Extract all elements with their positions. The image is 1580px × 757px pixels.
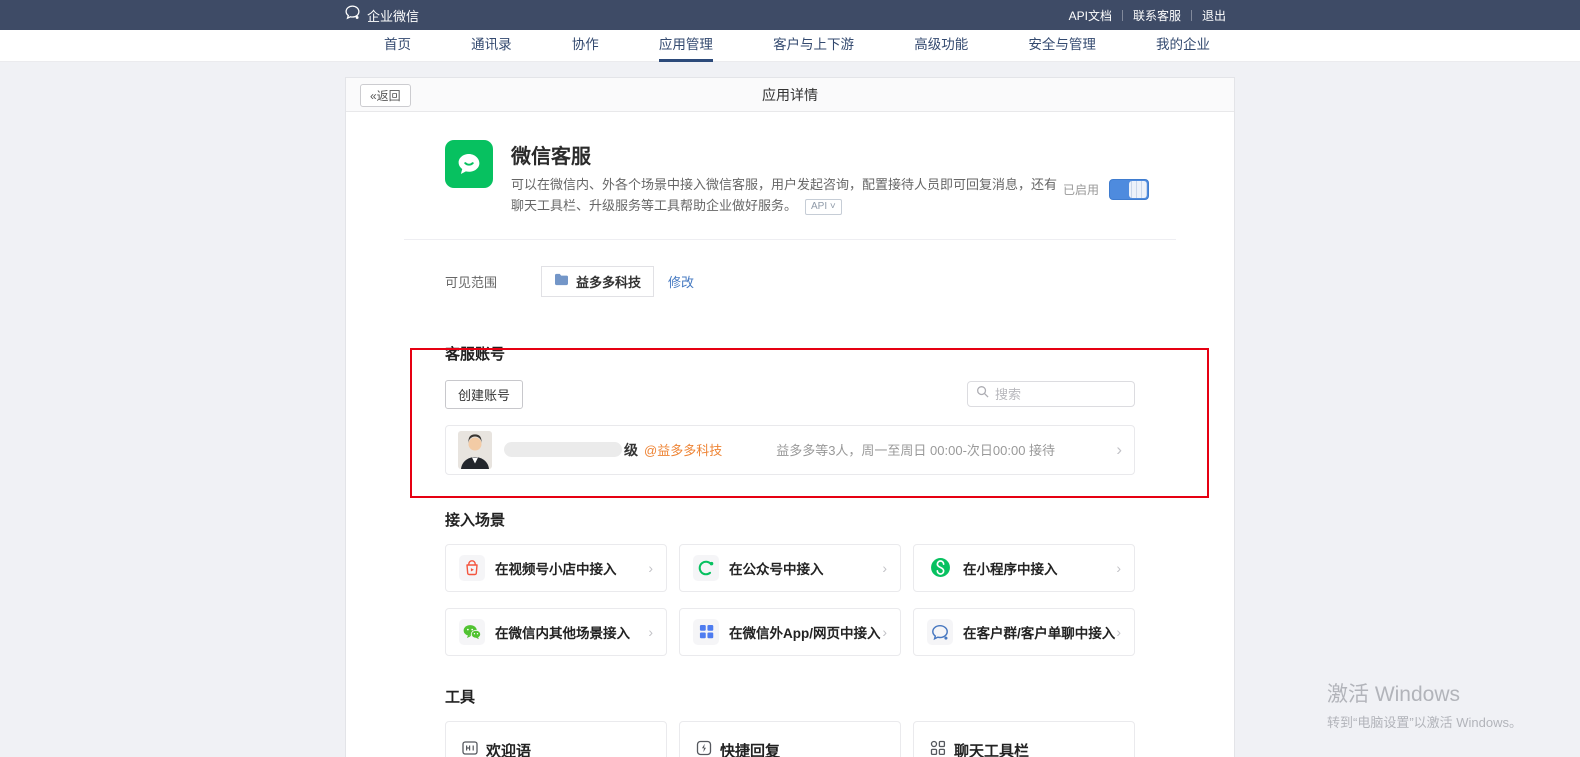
app-name: 微信客服 [511,140,1063,169]
account-avatar [458,431,492,469]
scene-grid: 在视频号小店中接入 在公众号中接入 在小程序中接入 [445,544,1135,656]
create-account-button[interactable]: 创建账号 [445,380,523,409]
nav-item-collaboration[interactable]: 协作 [572,30,599,62]
tool-card-quick-reply[interactable]: 快捷回复 企业可为接待人员统一配置快捷回复，接待人员还可自己添加，添加后，接待人… [679,721,901,757]
welcome-icon [462,740,478,757]
logout-link[interactable]: 退出 [1192,7,1236,24]
api-docs-link[interactable]: API文档 [1059,7,1122,24]
nav-item-customers[interactable]: 客户与上下游 [773,30,854,62]
chevron-right-icon [1116,561,1121,575]
account-mention: @益多多科技 [644,440,722,459]
section-title-accounts: 客服账号 [445,343,1135,364]
wecom-bubble-icon [344,4,361,26]
nav-item-advanced[interactable]: 高级功能 [914,30,968,62]
scene-card-customer-chat[interactable]: 在客户群/客户单聊中接入 [913,608,1135,656]
redacted-account-name [504,442,622,457]
app-detail-card: «返回 应用详情 微信客服 可以在微信内、外各个场景中接入微信客服，用户发起咨询… [346,78,1234,757]
account-schedule: 益多多等3人，周一至周日 00:00-次日00:00 接待 [776,440,1055,459]
folder-icon [554,273,569,289]
app-description: 可以在微信内、外各个场景中接入微信客服，用户发起咨询，配置接待人员即可回复消息，… [511,175,1063,217]
miniprogram-icon [927,555,953,581]
video-shop-icon [459,555,485,581]
section-title-tools: 工具 [445,686,1135,707]
wechat-icon [459,619,485,645]
scene-card-video-shop[interactable]: 在视频号小店中接入 [445,544,667,592]
windows-activation-watermark: 激活 Windows 转到“电脑设置”以激活 Windows。 [1327,678,1522,731]
chevron-right-icon [882,561,887,575]
visible-range-row: 可见范围 益多多科技 修改 [445,266,1135,297]
chevron-right-icon [882,625,887,639]
nav-item-contacts[interactable]: 通讯录 [471,30,512,62]
chevron-right-icon [648,625,653,639]
nav-item-my-company[interactable]: 我的企业 [1156,30,1210,62]
chevron-right-icon [648,561,653,575]
nav-item-home[interactable]: 首页 [384,30,411,62]
wecom-logo[interactable]: 企业微信 [344,4,419,26]
quick-reply-icon [696,740,712,757]
search-box[interactable] [967,381,1135,407]
chat-toolbar-icon [930,740,946,757]
app-enabled-toggle[interactable] [1109,179,1149,200]
divider [404,239,1176,240]
app-info-section: 微信客服 可以在微信内、外各个场景中接入微信客服，用户发起咨询，配置接待人员即可… [445,112,1135,217]
nav-item-app-management[interactable]: 应用管理 [659,30,713,62]
topbar-links: API文档 联系客服 退出 [1059,7,1236,24]
scene-card-official-account[interactable]: 在公众号中接入 [679,544,901,592]
account-row[interactable]: 级 @益多多科技 益多多等3人，周一至周日 00:00-次日00:00 接待 [445,425,1135,475]
nav-item-security[interactable]: 安全与管理 [1028,30,1096,62]
main-nav: 首页 通讯录 协作 应用管理 客户与上下游 高级功能 安全与管理 我的企业 [0,30,1580,62]
enabled-label: 已启用 [1063,181,1099,198]
card-header: «返回 应用详情 [346,78,1234,112]
official-account-icon [693,555,719,581]
search-icon [976,385,989,403]
edit-visible-range-link[interactable]: 修改 [668,272,694,291]
app-grid-icon [693,619,719,645]
scene-card-miniprogram[interactable]: 在小程序中接入 [913,544,1135,592]
toggle-knob [1129,181,1147,198]
page-title: 应用详情 [762,85,818,105]
visible-range-org-chip: 益多多科技 [541,266,654,297]
search-input[interactable] [995,387,1126,402]
brand-name: 企业微信 [367,6,419,25]
back-button[interactable]: «返回 [360,84,411,107]
chevron-right-icon [1116,625,1121,639]
tool-card-welcome[interactable]: 欢迎语 客户进入咨询会话时，将收到欢迎语。欢迎语支持添加常见问答等，添加后将开启 [445,721,667,757]
topbar: 企业微信 API文档 联系客服 退出 [0,0,1580,30]
scene-card-wechat-other[interactable]: 在微信内其他场景接入 [445,608,667,656]
main-area: «返回 应用详情 微信客服 可以在微信内、外各个场景中接入微信客服，用户发起咨询… [0,62,1580,757]
tool-card-chat-toolbar[interactable]: 聊天工具栏 企业可将应用页面配置到聊天工具栏，方便接待人员在客服聊天中查看和使用… [913,721,1135,757]
chevron-right-icon [1116,441,1122,458]
wecom-chat-icon [927,619,953,645]
scene-card-external-app[interactable]: 在微信外App/网页中接入 [679,608,901,656]
section-title-scenes: 接入场景 [445,509,1135,530]
tool-grid: 欢迎语 客户进入咨询会话时，将收到欢迎语。欢迎语支持添加常见问答等，添加后将开启… [445,721,1135,757]
org-name: 益多多科技 [576,272,641,291]
account-toolbar: 创建账号 [445,380,1135,409]
visible-range-label: 可见范围 [445,272,541,291]
api-badge[interactable]: API ˅ [805,199,842,215]
contact-support-link[interactable]: 联系客服 [1123,7,1191,24]
account-name-visible: 级 [624,440,638,460]
wechat-customer-service-app-icon [445,140,493,188]
